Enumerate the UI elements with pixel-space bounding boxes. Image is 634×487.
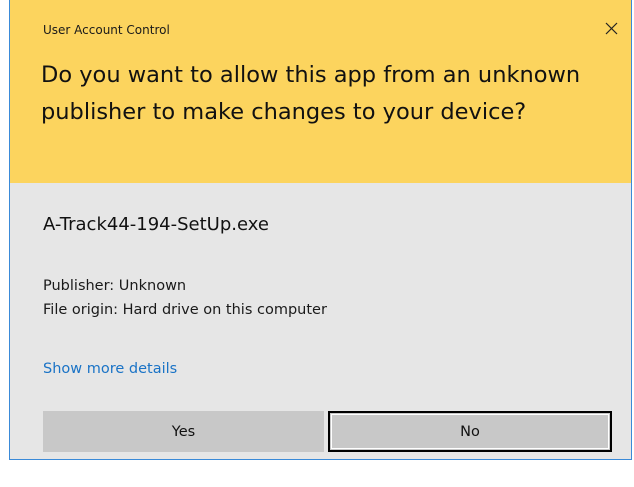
yes-button[interactable]: Yes (43, 411, 324, 452)
publisher-text: Publisher: Unknown (43, 278, 187, 294)
dialog-question: Do you want to allow this app from an un… (41, 62, 581, 125)
window-title: User Account Control (43, 23, 170, 37)
close-button[interactable] (597, 14, 625, 42)
uac-dialog: User Account Control Do you want to allo… (9, 0, 632, 460)
app-name: A-Track44-194-SetUp.exe (43, 214, 269, 235)
no-button[interactable]: No (328, 411, 612, 452)
file-origin-text: File origin: Hard drive on this computer (43, 302, 327, 318)
dialog-header: User Account Control Do you want to allo… (10, 0, 631, 183)
close-icon (605, 22, 617, 34)
show-more-details-link[interactable]: Show more details (43, 361, 177, 377)
